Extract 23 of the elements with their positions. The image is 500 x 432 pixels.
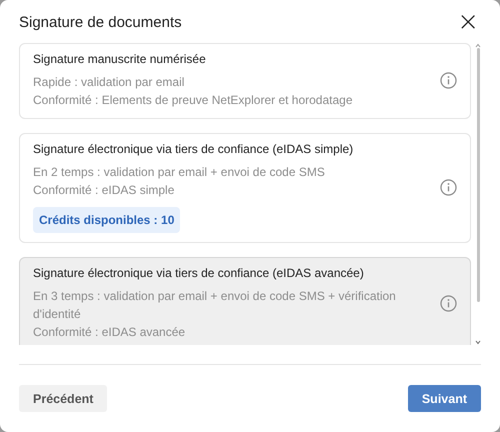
option-title: Signature électronique via tiers de confiance (eIDAS avancée): [33, 266, 365, 280]
option-title: Signature électronique via tiers de confiance (eIDAS simple): [33, 142, 354, 156]
info-icon[interactable]: [440, 72, 457, 89]
next-button[interactable]: Suivant: [408, 385, 481, 412]
scroll-down-icon[interactable]: [475, 340, 481, 345]
info-icon[interactable]: [440, 295, 457, 312]
option-description: Conformité : Elements de preuve NetExplorer et horodatage: [33, 92, 354, 109]
dialog-title: Signature de documents: [19, 14, 182, 30]
option-description: En 2 temps : validation par email + envoi de code SMS: [33, 164, 326, 181]
info-icon[interactable]: [440, 179, 457, 196]
option-description: Rapide : validation par email: [33, 74, 186, 91]
scrollbar-thumb[interactable]: [476, 48, 480, 302]
option-card[interactable]: Signature manuscrite numérisée Rapide : validation par email Conformité : Elements de preuve NetExplorer et horodatage: [19, 43, 471, 119]
option-description: Conformité : eIDAS simple: [33, 182, 176, 199]
scroll-up-icon[interactable]: [475, 43, 481, 48]
option-card[interactable]: Signature électronique via tiers de confiance (eIDAS avancée) En 3 temps : validation par email + envoi de code SMS + vérification d'identité Conformité : eIDAS avancée: [19, 257, 471, 345]
option-title: Signature manuscrite numérisée: [33, 52, 207, 66]
option-card[interactable]: Signature électronique via tiers de confiance (eIDAS simple) En 2 temps : validation par email + envoi de code SMS Conformité : eIDAS simple Crédits disponibles : 10: [19, 133, 471, 243]
previous-button[interactable]: Précédent: [19, 385, 108, 412]
credits-badge: Crédits disponibles : 10: [33, 207, 180, 233]
option-description: Conformité : eIDAS avancée: [33, 324, 186, 341]
option-description: En 3 temps : validation par email + envoi de code SMS + vérification d'identité: [33, 288, 397, 323]
close-button[interactable]: ×: [455, 10, 481, 34]
